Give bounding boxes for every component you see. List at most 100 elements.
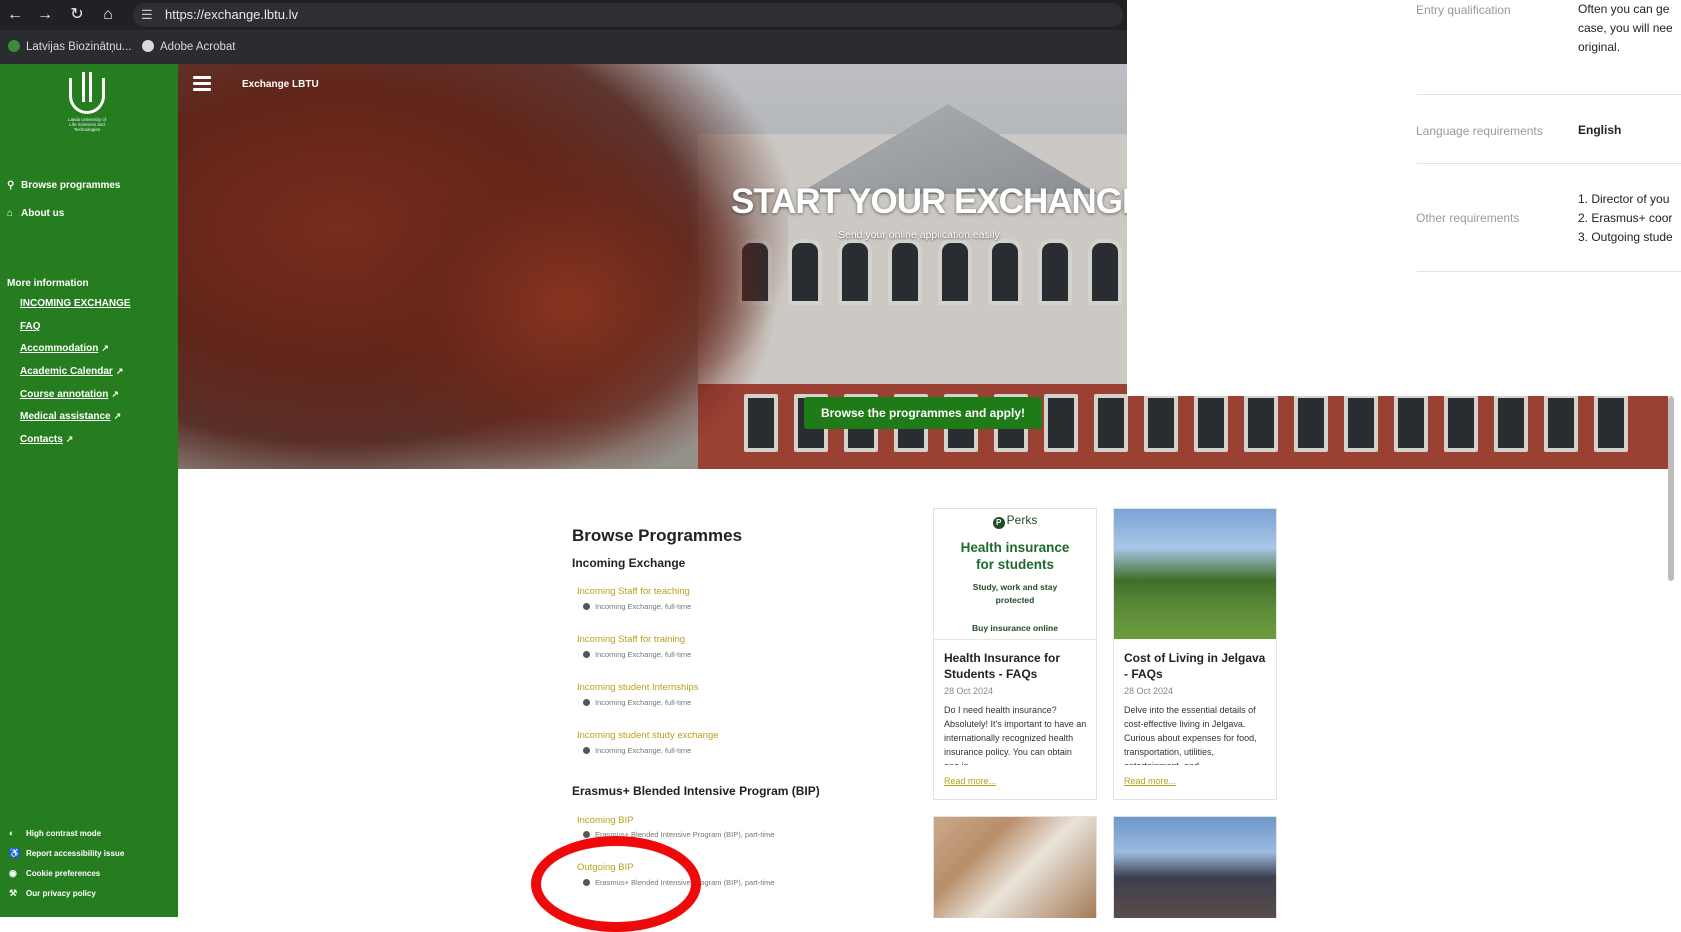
footer-label: Cookie preferences <box>26 869 101 878</box>
meta-text: Incoming Exchange, full-time <box>595 650 692 659</box>
external-link-icon: ↗ <box>111 389 119 399</box>
site-name[interactable]: Exchange LBTU <box>242 79 319 90</box>
contrast-icon: ◐ <box>9 828 15 838</box>
more-information-heading: More information <box>7 278 89 289</box>
hamburger-menu-icon[interactable] <box>193 76 211 91</box>
entry-qualification-value: Often you can ge case, you will nee orig… <box>1578 0 1681 57</box>
globe-icon <box>142 40 154 52</box>
read-more-link[interactable]: Read more... <box>1124 776 1176 786</box>
footer-label: High contrast mode <box>26 829 102 838</box>
university-logo[interactable]: Latvia University of Life Sciences and T… <box>64 72 110 148</box>
browse-programmes-cta-button[interactable]: Browse the programmes and apply! <box>804 397 1042 429</box>
browse-programmes-heading: Browse Programmes <box>572 526 743 545</box>
value-line: English <box>1578 123 1622 137</box>
programme-meta: Incoming Exchange, full-time <box>583 746 691 755</box>
external-link-icon: ↗ <box>65 434 74 444</box>
report-accessibility-link[interactable]: ♿ Report accessibility issue <box>9 848 124 859</box>
entry-qualification-label: Entry qualification <box>1416 3 1511 17</box>
bookmark-label: Latvijas Biozinātņu... <box>26 41 132 53</box>
read-more-link[interactable]: Read more... <box>944 776 996 786</box>
red-annotation-circle <box>531 836 701 932</box>
news-card-cost-of-living[interactable]: Cost of Living in Jelgava - FAQs 28 Oct … <box>1113 508 1277 800</box>
value-line: 3. Outgoing stude <box>1578 230 1673 244</box>
news-card-health-insurance[interactable]: P Perks Health insurance for students Stu… <box>933 508 1097 800</box>
programme-meta: Incoming Exchange, full-time <box>583 698 691 707</box>
sidebar-link-course-annotation[interactable]: Course annotation ↗ <box>20 389 119 400</box>
external-link-icon: ↗ <box>101 343 109 353</box>
value-line: 2. Erasmus+ coor <box>1578 211 1673 225</box>
site-settings-icon[interactable]: ☰ <box>141 3 153 27</box>
cookie-preferences-link[interactable]: ◉ Cookie preferences <box>9 868 100 879</box>
bank-icon: ⌂ <box>7 208 14 219</box>
bullet-icon <box>583 651 590 658</box>
promo-headline-line: Health insurance <box>960 540 1070 555</box>
promo-subtext: Study, work and stay protected <box>934 581 1096 607</box>
sidebar-link-academic-calendar[interactable]: Academic Calendar ↗ <box>20 366 123 377</box>
bullet-icon <box>583 699 590 706</box>
hero-subtitle: Send your online application easily <box>838 229 1000 241</box>
bullet-icon <box>583 831 590 838</box>
logo-text: Latvia University of Life Sciences and T… <box>67 117 106 132</box>
perks-promo-image: P Perks Health insurance for students Stu… <box>934 509 1096 640</box>
programme-meta: Incoming Exchange, full-time <box>583 650 691 659</box>
meta-text: Incoming Exchange, full-time <box>595 698 692 707</box>
page-scrollbar[interactable] <box>1668 396 1674 581</box>
sidebar-item-browse-programmes[interactable]: ⚲ Browse programmes <box>7 180 120 191</box>
card-title[interactable]: Cost of Living in Jelgava - FAQs <box>1124 650 1269 682</box>
value-line: Often you can ge <box>1578 2 1670 16</box>
reload-icon[interactable]: ↻ <box>66 4 88 26</box>
footer-label: Our privacy policy <box>26 889 96 898</box>
students-park-photo <box>1114 509 1276 639</box>
home-icon[interactable]: ⌂ <box>97 4 119 26</box>
programme-link-staff-teaching[interactable]: Incoming Staff for teaching <box>577 586 690 597</box>
bookmark-latvijas[interactable]: Latvijas Biozinātņu... <box>8 30 131 64</box>
perks-logo: P Perks <box>934 513 1096 529</box>
card-title[interactable]: Health Insurance for Students - FAQs <box>944 650 1089 682</box>
promo-subtext-line: Study, work and stay <box>972 582 1058 592</box>
value-line: case, you will nee <box>1578 21 1673 35</box>
news-card-dormitory[interactable] <box>933 816 1097 918</box>
address-bar[interactable]: ☰ https://exchange.lbtu.lv <box>133 3 1123 27</box>
sidebar-link-incoming-exchange[interactable]: INCOMING EXCHANGE <box>20 298 131 309</box>
sidebar-link-medical-assistance[interactable]: Medical assistance ↗ <box>20 411 121 422</box>
link-label: Medical assistance <box>20 411 111 422</box>
link-label: FAQ <box>20 321 41 332</box>
external-link-icon: ↗ <box>115 366 124 376</box>
forward-arrow-icon[interactable]: → <box>34 4 56 26</box>
link-label: Accommodation <box>20 343 99 354</box>
privacy-policy-link[interactable]: ⚒ Our privacy policy <box>9 888 96 899</box>
bookmark-adobe[interactable]: Adobe Acrobat <box>142 30 235 64</box>
programme-link-incoming-bip[interactable]: Incoming BIP <box>577 815 634 826</box>
programme-link-student-study-exchange[interactable]: Incoming student study exchange <box>577 730 719 741</box>
browser-toolbar: ← → ↻ ⌂ ☰ https://exchange.lbtu.lv <box>0 0 1127 30</box>
students-crowd-photo <box>1114 817 1276 918</box>
divider <box>1417 94 1681 95</box>
bookmark-label: Adobe Acrobat <box>160 41 236 53</box>
sidebar-link-faq[interactable]: FAQ <box>20 321 41 332</box>
other-requirements-label: Other requirements <box>1416 211 1520 225</box>
url-text[interactable]: https://exchange.lbtu.lv <box>165 3 298 27</box>
language-requirements-label: Language requirements <box>1416 124 1543 138</box>
bullet-icon <box>583 747 590 754</box>
high-contrast-toggle[interactable]: ◐ High contrast mode <box>9 828 101 838</box>
sidebar-link-contacts[interactable]: Contacts ↗ <box>20 434 73 445</box>
card-date: 28 Oct 2024 <box>1124 686 1174 696</box>
programme-link-staff-training[interactable]: Incoming Staff for training <box>577 634 685 645</box>
programme-details-panel: Entry qualification Often you can ge cas… <box>1127 0 1681 396</box>
accessibility-icon: ♿ <box>9 848 21 858</box>
other-requirements-value: 1. Director of you 2. Erasmus+ coor 3. O… <box>1578 190 1681 247</box>
search-icon: ⚲ <box>7 180 15 191</box>
sidebar: Latvia University of Life Sciences and T… <box>0 64 178 917</box>
card-excerpt: Delve into the essential details of cost… <box>1124 705 1257 765</box>
news-card-students-event[interactable] <box>1113 816 1277 918</box>
card-date: 28 Oct 2024 <box>944 686 994 696</box>
promo-headline-line: for students <box>975 557 1054 572</box>
promo-headline: Health insurance for students <box>934 539 1096 573</box>
programme-link-student-internships[interactable]: Incoming student Internships <box>577 682 698 693</box>
cookie-icon: ◉ <box>9 868 17 878</box>
sidebar-item-about-us[interactable]: ⌂ About us <box>7 208 64 219</box>
bookmarks-bar: Latvijas Biozinātņu... Adobe Acrobat <box>0 30 1127 64</box>
sidebar-link-accommodation[interactable]: Accommodation ↗ <box>20 343 109 354</box>
back-arrow-icon[interactable]: ← <box>4 4 26 26</box>
external-link-icon: ↗ <box>113 411 122 421</box>
